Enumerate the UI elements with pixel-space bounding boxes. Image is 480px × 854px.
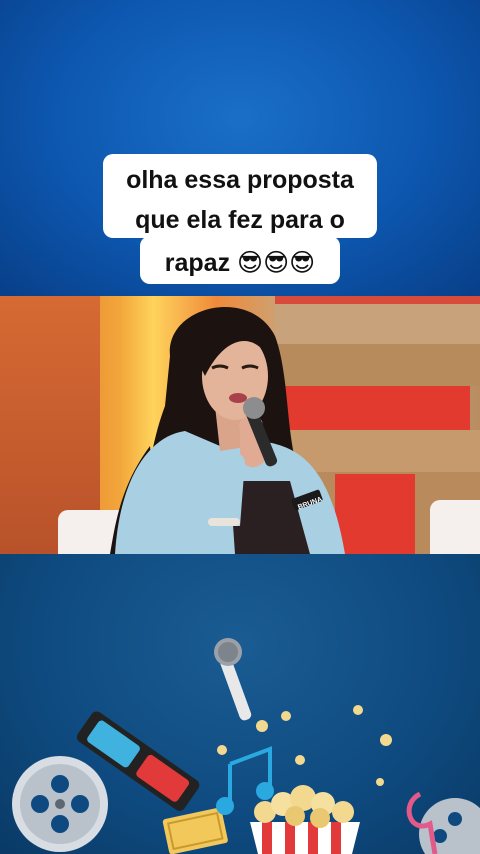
singer-figure: BRUNA (110, 307, 345, 554)
caption-line-3: rapaz 😎😎😎 (164, 249, 316, 277)
caption-line-1: olha essa proposta (126, 166, 354, 194)
video-frame[interactable]: BRUNA (0, 296, 480, 554)
ticket-icon (162, 807, 228, 854)
caption-line-2: que ela fez para o (135, 206, 345, 234)
bottom-background (0, 554, 480, 854)
microphone-icon (214, 638, 252, 721)
film-reel-icon (12, 756, 108, 852)
cinema-decor (12, 638, 480, 854)
